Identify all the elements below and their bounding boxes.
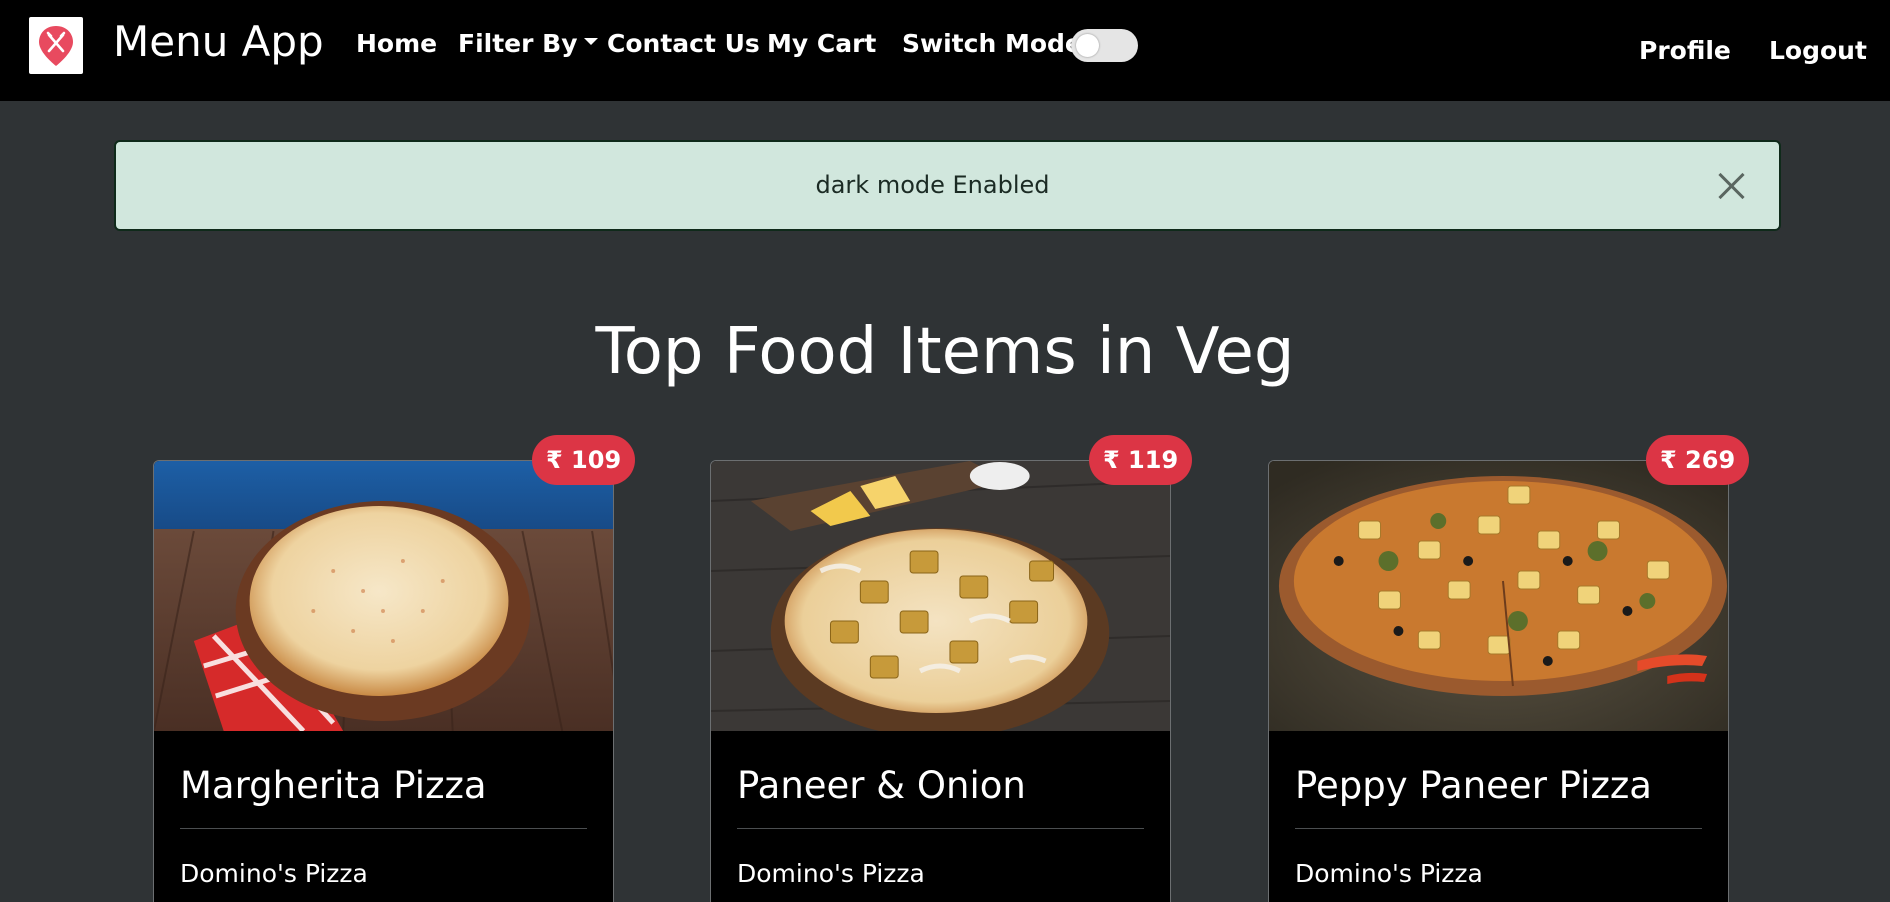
caret-down-icon bbox=[583, 37, 598, 45]
brand-name[interactable]: Menu App bbox=[113, 14, 324, 70]
nav-filter-by-label: Filter By bbox=[458, 29, 578, 58]
toggle-knob bbox=[1076, 34, 1099, 57]
dark-mode-alert: dark mode Enabled bbox=[114, 140, 1781, 231]
price-badge: ₹ 269 bbox=[1646, 435, 1750, 485]
nav-home[interactable]: Home bbox=[356, 26, 437, 62]
peppy-paneer-pizza-image bbox=[1269, 461, 1728, 731]
switch-mode-label: Switch Mode bbox=[902, 29, 1082, 58]
brand-logo[interactable] bbox=[29, 17, 83, 74]
card-title: Paneer & Onion bbox=[737, 764, 1026, 807]
food-card[interactable]: Margherita Pizza Domino's Pizza bbox=[153, 460, 614, 902]
restaurant-pin-icon bbox=[39, 25, 73, 66]
card-title: Peppy Paneer Pizza bbox=[1295, 764, 1652, 807]
margherita-pizza-image bbox=[154, 461, 613, 731]
alert-message: dark mode Enabled bbox=[815, 171, 1050, 199]
price-badge: ₹ 109 bbox=[532, 435, 636, 485]
nav-logout[interactable]: Logout bbox=[1769, 33, 1867, 69]
card-restaurant: Domino's Pizza bbox=[1295, 859, 1483, 888]
nav-my-cart[interactable]: My Cart bbox=[767, 26, 876, 62]
nav-filter-by-dropdown[interactable]: Filter By bbox=[458, 26, 598, 62]
card-divider bbox=[737, 828, 1144, 829]
card-restaurant: Domino's Pizza bbox=[737, 859, 925, 888]
card-title: Margherita Pizza bbox=[180, 764, 487, 807]
paneer-onion-pizza-image bbox=[711, 461, 1170, 731]
card-divider bbox=[180, 828, 587, 829]
food-card[interactable]: Peppy Paneer Pizza Domino's Pizza bbox=[1268, 460, 1729, 902]
food-card[interactable]: Paneer & Onion Domino's Pizza bbox=[710, 460, 1171, 902]
price-badge: ₹ 119 bbox=[1089, 435, 1193, 485]
page-title: Top Food Items in Veg bbox=[595, 315, 1295, 389]
card-divider bbox=[1295, 828, 1702, 829]
nav-contact-us[interactable]: Contact Us bbox=[607, 26, 760, 62]
navbar: Menu App Home Filter By Contact Us My Ca… bbox=[0, 0, 1890, 101]
switch-mode-toggle[interactable] bbox=[1071, 29, 1138, 62]
card-restaurant: Domino's Pizza bbox=[180, 859, 368, 888]
nav-profile[interactable]: Profile bbox=[1639, 33, 1731, 69]
close-icon[interactable] bbox=[1717, 172, 1745, 200]
